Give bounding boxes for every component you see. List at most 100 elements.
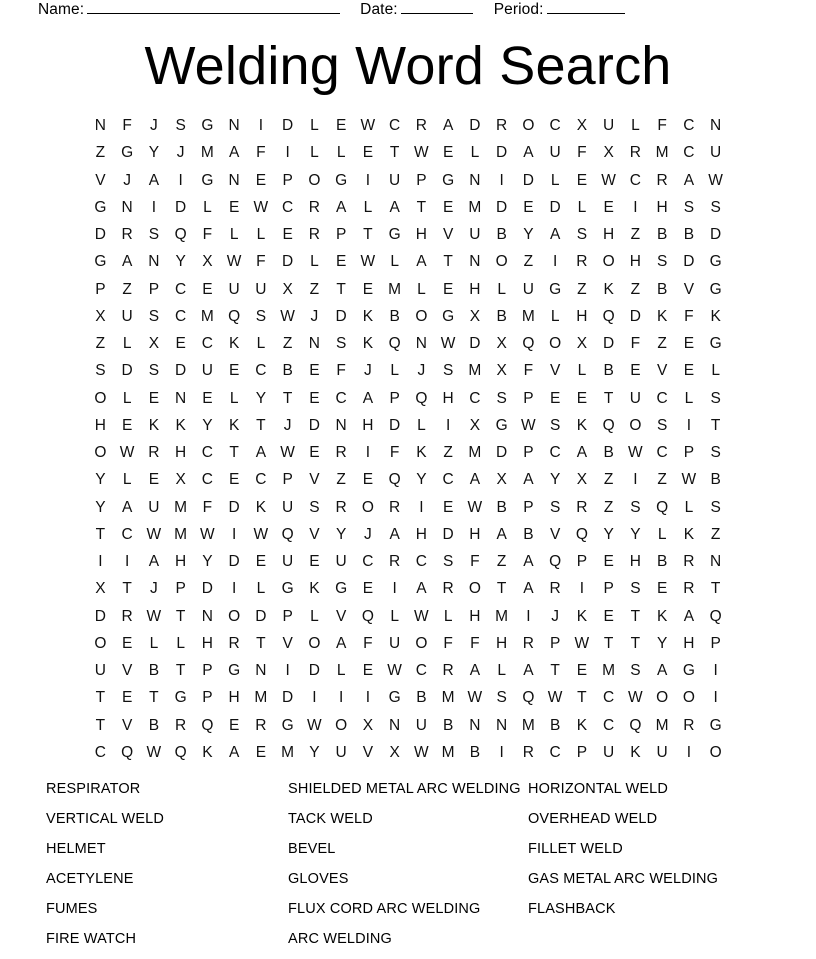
grid-cell[interactable]: S: [87, 357, 114, 384]
grid-cell[interactable]: Q: [167, 221, 194, 248]
grid-cell[interactable]: I: [141, 194, 168, 221]
grid-cell[interactable]: Q: [167, 739, 194, 766]
grid-cell[interactable]: T: [87, 684, 114, 711]
grid-cell[interactable]: J: [408, 357, 435, 384]
grid-cell[interactable]: B: [141, 657, 168, 684]
grid-cell[interactable]: C: [381, 112, 408, 139]
grid-cell[interactable]: B: [381, 303, 408, 330]
grid-cell[interactable]: K: [408, 439, 435, 466]
grid-cell[interactable]: N: [141, 248, 168, 275]
grid-cell[interactable]: D: [274, 112, 301, 139]
grid-cell[interactable]: Y: [408, 466, 435, 493]
grid-cell[interactable]: T: [328, 276, 355, 303]
grid-cell[interactable]: E: [595, 548, 622, 575]
grid-cell[interactable]: U: [248, 276, 275, 303]
grid-cell[interactable]: T: [408, 194, 435, 221]
grid-cell[interactable]: H: [167, 439, 194, 466]
grid-cell[interactable]: D: [622, 303, 649, 330]
grid-cell[interactable]: O: [595, 248, 622, 275]
grid-cell[interactable]: P: [569, 548, 596, 575]
grid-cell[interactable]: C: [542, 439, 569, 466]
grid-cell[interactable]: U: [221, 276, 248, 303]
grid-cell[interactable]: P: [542, 630, 569, 657]
grid-cell[interactable]: N: [702, 548, 729, 575]
grid-cell[interactable]: E: [676, 330, 703, 357]
grid-cell[interactable]: Q: [194, 712, 221, 739]
grid-cell[interactable]: T: [87, 712, 114, 739]
grid-cell[interactable]: I: [248, 112, 275, 139]
grid-cell[interactable]: B: [488, 494, 515, 521]
grid-cell[interactable]: F: [569, 139, 596, 166]
grid-cell[interactable]: F: [622, 330, 649, 357]
grid-cell[interactable]: I: [702, 684, 729, 711]
grid-cell[interactable]: O: [488, 248, 515, 275]
grid-cell[interactable]: A: [515, 657, 542, 684]
grid-cell[interactable]: O: [221, 603, 248, 630]
grid-cell[interactable]: T: [542, 657, 569, 684]
grid-cell[interactable]: X: [595, 139, 622, 166]
grid-cell[interactable]: C: [167, 303, 194, 330]
grid-cell[interactable]: P: [595, 575, 622, 602]
grid-cell[interactable]: D: [274, 684, 301, 711]
grid-cell[interactable]: R: [569, 494, 596, 521]
grid-cell[interactable]: P: [515, 439, 542, 466]
grid-cell[interactable]: C: [248, 466, 275, 493]
grid-cell[interactable]: J: [301, 303, 328, 330]
grid-cell[interactable]: L: [248, 221, 275, 248]
grid-cell[interactable]: W: [355, 112, 382, 139]
grid-cell[interactable]: Q: [274, 521, 301, 548]
grid-cell[interactable]: U: [595, 739, 622, 766]
grid-cell[interactable]: I: [569, 575, 596, 602]
grid-cell[interactable]: E: [515, 194, 542, 221]
grid-cell[interactable]: A: [488, 521, 515, 548]
grid-cell[interactable]: B: [141, 712, 168, 739]
grid-cell[interactable]: W: [141, 603, 168, 630]
grid-cell[interactable]: T: [355, 221, 382, 248]
grid-cell[interactable]: R: [515, 630, 542, 657]
grid-cell[interactable]: K: [595, 276, 622, 303]
grid-cell[interactable]: R: [649, 167, 676, 194]
grid-cell[interactable]: G: [194, 112, 221, 139]
grid-cell[interactable]: D: [248, 603, 275, 630]
grid-cell[interactable]: N: [248, 657, 275, 684]
grid-cell[interactable]: E: [114, 630, 141, 657]
grid-cell[interactable]: G: [702, 330, 729, 357]
grid-cell[interactable]: L: [542, 167, 569, 194]
grid-cell[interactable]: F: [194, 494, 221, 521]
grid-cell[interactable]: E: [435, 494, 462, 521]
grid-cell[interactable]: D: [194, 575, 221, 602]
grid-cell[interactable]: A: [381, 521, 408, 548]
grid-cell[interactable]: S: [488, 684, 515, 711]
grid-cell[interactable]: I: [515, 603, 542, 630]
grid-cell[interactable]: M: [649, 712, 676, 739]
grid-cell[interactable]: P: [194, 657, 221, 684]
grid-cell[interactable]: O: [87, 630, 114, 657]
grid-cell[interactable]: U: [328, 548, 355, 575]
grid-cell[interactable]: G: [221, 657, 248, 684]
grid-cell[interactable]: B: [542, 712, 569, 739]
grid-cell[interactable]: G: [87, 248, 114, 275]
grid-cell[interactable]: C: [542, 739, 569, 766]
grid-cell[interactable]: S: [702, 385, 729, 412]
grid-cell[interactable]: Y: [248, 385, 275, 412]
grid-cell[interactable]: B: [274, 357, 301, 384]
grid-cell[interactable]: A: [676, 603, 703, 630]
grid-cell[interactable]: G: [702, 276, 729, 303]
grid-cell[interactable]: S: [141, 357, 168, 384]
grid-cell[interactable]: I: [87, 548, 114, 575]
grid-cell[interactable]: Z: [622, 221, 649, 248]
grid-cell[interactable]: E: [141, 466, 168, 493]
grid-cell[interactable]: R: [248, 712, 275, 739]
grid-cell[interactable]: P: [328, 221, 355, 248]
grid-cell[interactable]: O: [408, 630, 435, 657]
grid-cell[interactable]: R: [435, 657, 462, 684]
grid-cell[interactable]: L: [141, 630, 168, 657]
grid-cell[interactable]: R: [542, 575, 569, 602]
grid-cell[interactable]: A: [221, 139, 248, 166]
grid-cell[interactable]: D: [301, 412, 328, 439]
grid-cell[interactable]: G: [114, 139, 141, 166]
grid-cell[interactable]: I: [381, 575, 408, 602]
grid-cell[interactable]: E: [622, 357, 649, 384]
word-list-item[interactable]: SHIELDED METAL ARC WELDING: [288, 779, 528, 799]
grid-cell[interactable]: K: [355, 303, 382, 330]
